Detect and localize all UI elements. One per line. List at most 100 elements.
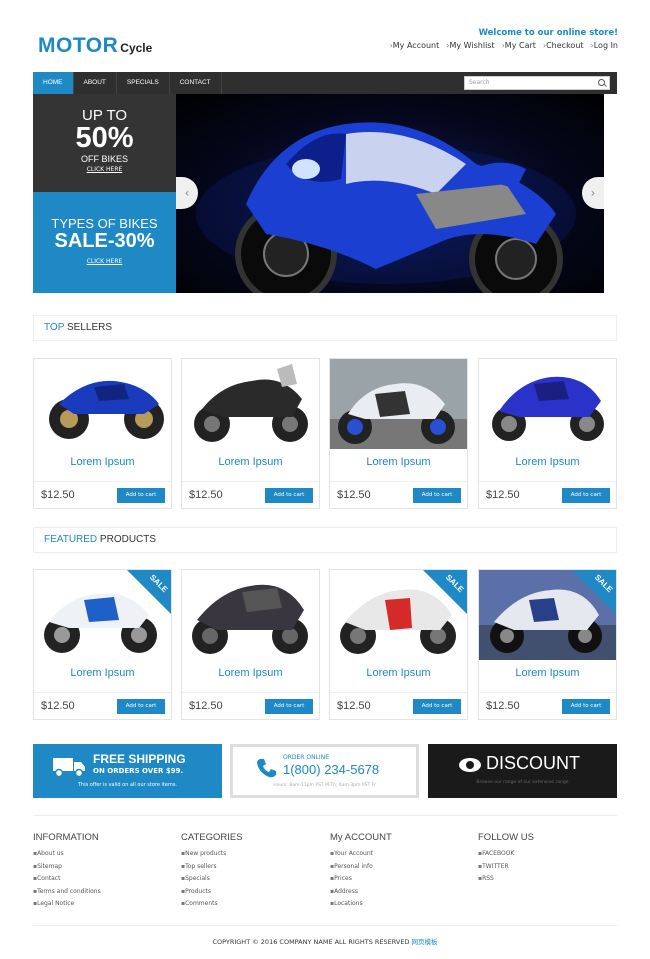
order-online-banner[interactable]: ORDER ONLINE 1(800) 234-5678 Hours: 8am-… [230,744,419,798]
logo-main-text: MOTOR [38,34,119,57]
discount-note: Browse our range of our extensive range [476,780,569,785]
promo-types-of-bikes: TYPES OF BIKES [51,216,158,231]
footer-link[interactable]: New products [181,850,321,863]
featured-title-accent: FEATURED [44,534,98,545]
search-icon[interactable] [598,79,605,86]
nav-specials[interactable]: SPECIALS [117,72,170,94]
login-link[interactable]: Log In [591,41,618,50]
rss-link[interactable]: RSS [478,875,618,888]
product-name[interactable]: Lorem Ipsum [182,667,319,679]
footer-column-title: My ACCOUNT [330,832,392,843]
twitter-link[interactable]: TWITTER [478,863,618,876]
promo-click-here-link[interactable]: CLICK HERE [33,166,176,173]
order-phone-number[interactable]: 1(800) 234-5678 [283,762,379,777]
product-name[interactable]: Lorem Ipsum [34,456,171,468]
nav-contact[interactable]: CONTACT [170,72,222,94]
footer-link[interactable]: Sitemap [33,863,173,876]
product-card[interactable]: Lorem Ipsum $12.50 Add to cart [181,569,320,720]
top-links: My Account My Wishlist My Cart Checkout … [390,41,618,50]
product-image[interactable] [479,359,616,449]
add-to-cart-button[interactable]: Add to cart [413,699,461,714]
my-cart-link[interactable]: My Cart [502,41,536,50]
add-to-cart-button[interactable]: Add to cart [413,488,461,503]
product-card[interactable]: Lorem Ipsum $12.50 Add to cart [329,358,468,509]
logo-sub-text: Cycle [120,41,153,55]
copyright-text: COPYRIGHT © 2016 COMPANY NAME ALL RIGHTS… [212,938,410,946]
product-name[interactable]: Lorem Ipsum [479,667,616,679]
product-image[interactable] [330,359,467,449]
facebook-link[interactable]: FACEBOOK [478,850,618,863]
footer-link[interactable]: Contact [33,875,173,888]
free-shipping-banner[interactable]: FREE SHIPPING ON ORDERS OVER $99. This o… [33,744,222,798]
promo-bike-types: TYPES OF BIKES SALE-30% CLICK HERE [33,192,176,293]
my-account-link[interactable]: My Account [390,41,439,50]
checkout-link[interactable]: Checkout [543,41,583,50]
product-image[interactable]: SALE [34,570,171,660]
discount-title: DISCOUNT [486,753,580,773]
footer-column-title: CATEGORIES [181,832,243,843]
add-to-cart-button[interactable]: Add to cart [562,488,610,503]
product-name[interactable]: Lorem Ipsum [330,667,467,679]
footer-link[interactable]: Legal Notice [33,900,173,913]
order-online-label: ORDER ONLINE [283,754,329,761]
main-nav: HOME ABOUT SPECIALS CONTACT Search [33,72,617,94]
nav-about[interactable]: ABOUT [74,72,117,94]
free-shipping-subtitle: ON ORDERS OVER $99. [93,767,184,775]
add-to-cart-button[interactable]: Add to cart [265,699,313,714]
footer-link[interactable]: Personal info [330,863,470,876]
footer-follow-us: FOLLOW US FACEBOOK TWITTER RSS [478,832,618,888]
product-name[interactable]: Lorem Ipsum [34,667,171,679]
footer-link[interactable]: Products [181,888,321,901]
footer-link[interactable]: Your Account [330,850,470,863]
welcome-message: Welcome to our online store! [478,28,618,38]
footer-link[interactable]: Terms and conditions [33,888,173,901]
footer-my-account: My ACCOUNT Your Account Personal info Pr… [330,832,470,913]
free-shipping-title: FREE SHIPPING [93,752,186,766]
footer-link[interactable]: Prices [330,875,470,888]
product-card[interactable]: Lorem Ipsum $12.50 Add to cart [478,358,617,509]
product-price: $12.50 [486,489,520,501]
footer-link[interactable]: Comments [181,900,321,913]
product-image[interactable] [182,359,319,449]
product-name[interactable]: Lorem Ipsum [182,456,319,468]
product-image[interactable] [182,570,319,660]
footer-link[interactable]: About us [33,850,173,863]
promo-percent: 50% [75,122,134,154]
product-card[interactable]: SALE Lorem Ipsum $12.50 Add to cart [33,569,172,720]
featured-title-rest: PRODUCTS [97,534,157,545]
logo[interactable]: MOTOR Cycle [38,34,152,58]
add-to-cart-button[interactable]: Add to cart [117,488,165,503]
order-hours: Hours: 8am-11pm PST M-Th; 6am-3pm PST Fr [273,783,376,788]
product-price: $12.50 [189,700,223,712]
product-card[interactable]: SALE Lorem Ipsum $12.50 Add to cart [478,569,617,720]
motorcycle-hero-image [196,122,576,293]
product-image[interactable] [34,359,171,449]
nav-home[interactable]: HOME [33,72,74,94]
add-to-cart-button[interactable]: Add to cart [562,699,610,714]
product-card[interactable]: SALE Lorem Ipsum $12.50 Add to cart [329,569,468,720]
footer-information: INFORMATION About us Sitemap Contact Ter… [33,832,173,913]
product-image[interactable]: SALE [479,570,616,660]
product-card[interactable]: Lorem Ipsum $12.50 Add to cart [33,358,172,509]
product-price: $12.50 [189,489,223,501]
product-card[interactable]: Lorem Ipsum $12.50 Add to cart [181,358,320,509]
product-name[interactable]: Lorem Ipsum [330,456,467,468]
search-input[interactable]: Search [464,76,610,90]
divider [33,815,617,816]
footer-link[interactable]: Specials [181,875,321,888]
copyright-template-link[interactable]: 网页模板 [412,938,438,946]
product-price: $12.50 [486,700,520,712]
product-name[interactable]: Lorem Ipsum [479,456,616,468]
product-image[interactable]: SALE [330,570,467,660]
footer-link[interactable]: Top sellers [181,863,321,876]
search-placeholder: Search [469,79,490,86]
my-wishlist-link[interactable]: My Wishlist [446,41,494,50]
footer-link[interactable]: Address [330,888,470,901]
add-to-cart-button[interactable]: Add to cart [265,488,313,503]
add-to-cart-button[interactable]: Add to cart [117,699,165,714]
product-price: $12.50 [41,700,75,712]
footer-link[interactable]: Locations [330,900,470,913]
promo-click-here-link[interactable]: CLICK HERE [33,258,176,265]
free-shipping-note: This offer is valid on all our store ite… [77,782,178,788]
discount-banner[interactable]: DISCOUNT Browse our range of our extensi… [428,744,617,798]
